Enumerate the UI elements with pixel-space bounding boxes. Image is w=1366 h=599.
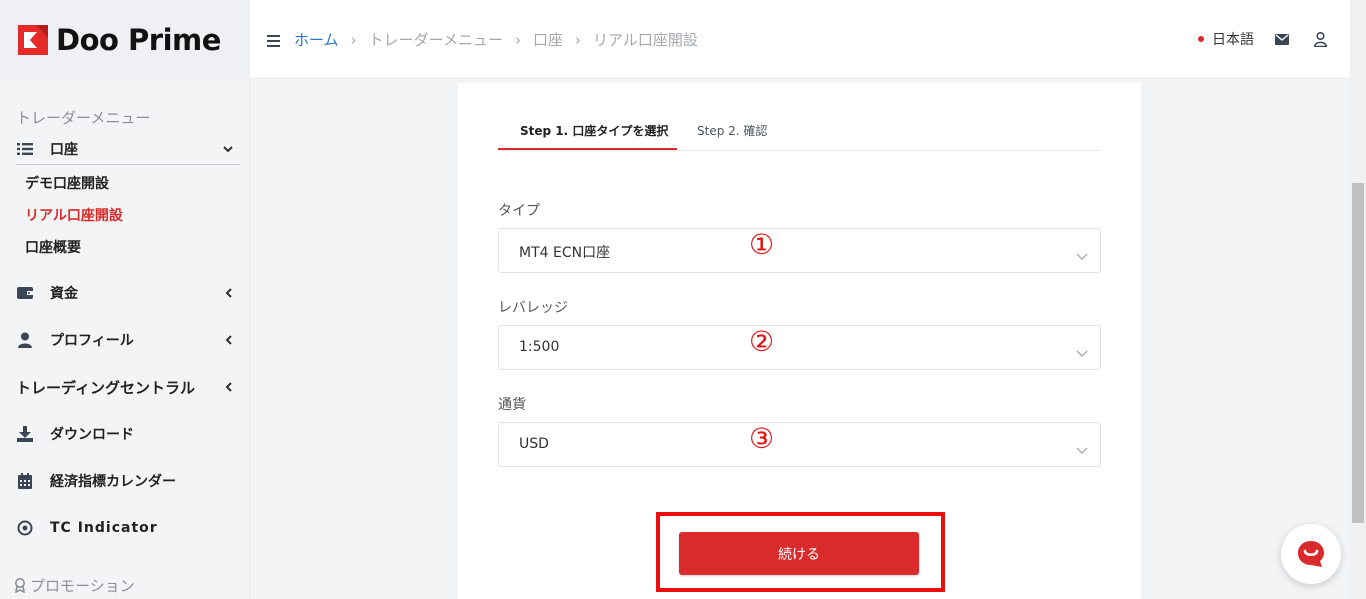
annotation-marker-2: ② bbox=[749, 325, 775, 358]
breadcrumb: ホーム › トレーダーメニュー › 口座 › リアル口座開設 bbox=[294, 29, 698, 50]
chat-launcher[interactable] bbox=[1281, 524, 1341, 584]
type-select-value: MT4 ECN口座 bbox=[519, 245, 611, 261]
sidebar-item-label: 経済指標カレンダー bbox=[50, 474, 176, 490]
award-icon bbox=[14, 578, 26, 593]
sidebar-item-label: 資金 bbox=[50, 286, 78, 302]
sidebar-item-label: TC Indicator bbox=[50, 520, 158, 536]
chevron-down-icon bbox=[1076, 246, 1088, 260]
breadcrumb-account[interactable]: 口座 bbox=[533, 29, 563, 50]
sidebar-item-download[interactable]: ダウンロード bbox=[16, 424, 240, 444]
list-icon bbox=[16, 140, 34, 158]
chat-icon bbox=[1296, 539, 1326, 569]
wallet-icon bbox=[16, 284, 34, 302]
type-label: タイプ bbox=[498, 203, 540, 219]
calendar-icon bbox=[16, 472, 34, 490]
page-scrollbar[interactable] bbox=[1350, 0, 1366, 599]
currency-label: 通貨 bbox=[498, 397, 526, 413]
annotation-marker-3: ③ bbox=[749, 422, 775, 455]
sidebar-item-label: プロフィール bbox=[50, 333, 134, 349]
active-tab-indicator bbox=[498, 148, 677, 150]
breadcrumb-trader-menu[interactable]: トレーダーメニュー bbox=[369, 29, 503, 50]
sidebar-item-tc-indicator[interactable]: TC Indicator bbox=[16, 518, 240, 538]
user-icon bbox=[16, 331, 34, 349]
sidebar-item-label: 口座 bbox=[50, 142, 78, 158]
sidebar-item-trading-central[interactable]: トレーディングセントラル bbox=[16, 377, 240, 397]
chevron-down-icon bbox=[1076, 440, 1088, 454]
breadcrumb-separator: › bbox=[514, 30, 521, 49]
currency-select[interactable]: USD ③ bbox=[498, 422, 1101, 467]
japan-flag-icon bbox=[1194, 32, 1208, 46]
sidebar-divider bbox=[16, 164, 240, 165]
chevron-down-icon bbox=[1076, 343, 1088, 357]
brand-name: Doo Prime bbox=[56, 22, 221, 57]
breadcrumb-separator: › bbox=[574, 30, 581, 49]
download-icon bbox=[16, 425, 34, 443]
doo-prime-logo-icon bbox=[18, 24, 48, 55]
tab-step-2[interactable]: Step 2. 確認 bbox=[697, 122, 767, 139]
sidebar-item-label: ダウンロード bbox=[50, 427, 134, 443]
top-header: ホーム › トレーダーメニュー › 口座 › リアル口座開設 日本語 bbox=[250, 0, 1350, 79]
type-select[interactable]: MT4 ECN口座 ① bbox=[498, 228, 1101, 273]
continue-button[interactable]: 続ける bbox=[679, 532, 919, 575]
sidebar-item-label: プロモーション bbox=[30, 577, 135, 595]
sidebar-item-account[interactable]: 口座 bbox=[16, 139, 240, 159]
leverage-select-value: 1:500 bbox=[519, 339, 560, 355]
breadcrumb-separator: › bbox=[350, 30, 357, 49]
sidebar-item-economic-calendar[interactable]: 経済指標カレンダー bbox=[16, 471, 240, 491]
scrollbar-thumb[interactable] bbox=[1352, 183, 1364, 523]
logo[interactable]: Doo Prime bbox=[0, 0, 249, 79]
header-actions: 日本語 bbox=[1194, 29, 1328, 49]
sidebar-item-label: トレーディングセントラル bbox=[16, 378, 195, 397]
user-icon[interactable] bbox=[1312, 31, 1328, 47]
chevron-left-icon bbox=[222, 381, 234, 393]
annotation-marker-1: ① bbox=[749, 228, 775, 261]
sidebar-item-real-account[interactable]: リアル口座開設 bbox=[25, 205, 123, 225]
sidebar-item-account-overview[interactable]: 口座概要 bbox=[25, 237, 81, 257]
sidebar: Doo Prime トレーダーメニュー 口座 デモ口座開設 リアル口座開設 口座… bbox=[0, 0, 250, 599]
step-tabs: Step 1. 口座タイプを選択 Step 2. 確認 bbox=[498, 121, 1101, 151]
breadcrumb-current: リアル口座開設 bbox=[592, 31, 698, 49]
breadcrumb-home[interactable]: ホーム bbox=[294, 29, 339, 50]
sidebar-item-demo-account[interactable]: デモ口座開設 bbox=[25, 173, 109, 193]
sidebar-section-title: トレーダーメニュー bbox=[16, 109, 151, 127]
chevron-down-icon bbox=[222, 143, 234, 155]
language-switcher[interactable]: 日本語 bbox=[1194, 29, 1254, 49]
leverage-label: レバレッジ bbox=[498, 300, 568, 316]
tab-step-1[interactable]: Step 1. 口座タイプを選択 bbox=[520, 122, 668, 139]
sidebar-item-funds[interactable]: 資金 bbox=[16, 283, 240, 303]
leverage-select[interactable]: 1:500 ② bbox=[498, 325, 1101, 370]
target-icon bbox=[16, 519, 34, 537]
mail-icon[interactable] bbox=[1274, 31, 1290, 47]
menu-icon[interactable] bbox=[267, 32, 280, 47]
chevron-left-icon bbox=[222, 287, 234, 299]
sidebar-item-promotion[interactable]: プロモーション bbox=[14, 575, 135, 596]
currency-select-value: USD bbox=[519, 436, 549, 452]
chevron-left-icon bbox=[222, 334, 234, 346]
language-label: 日本語 bbox=[1212, 32, 1254, 48]
sidebar-item-profile[interactable]: プロフィール bbox=[16, 330, 240, 350]
